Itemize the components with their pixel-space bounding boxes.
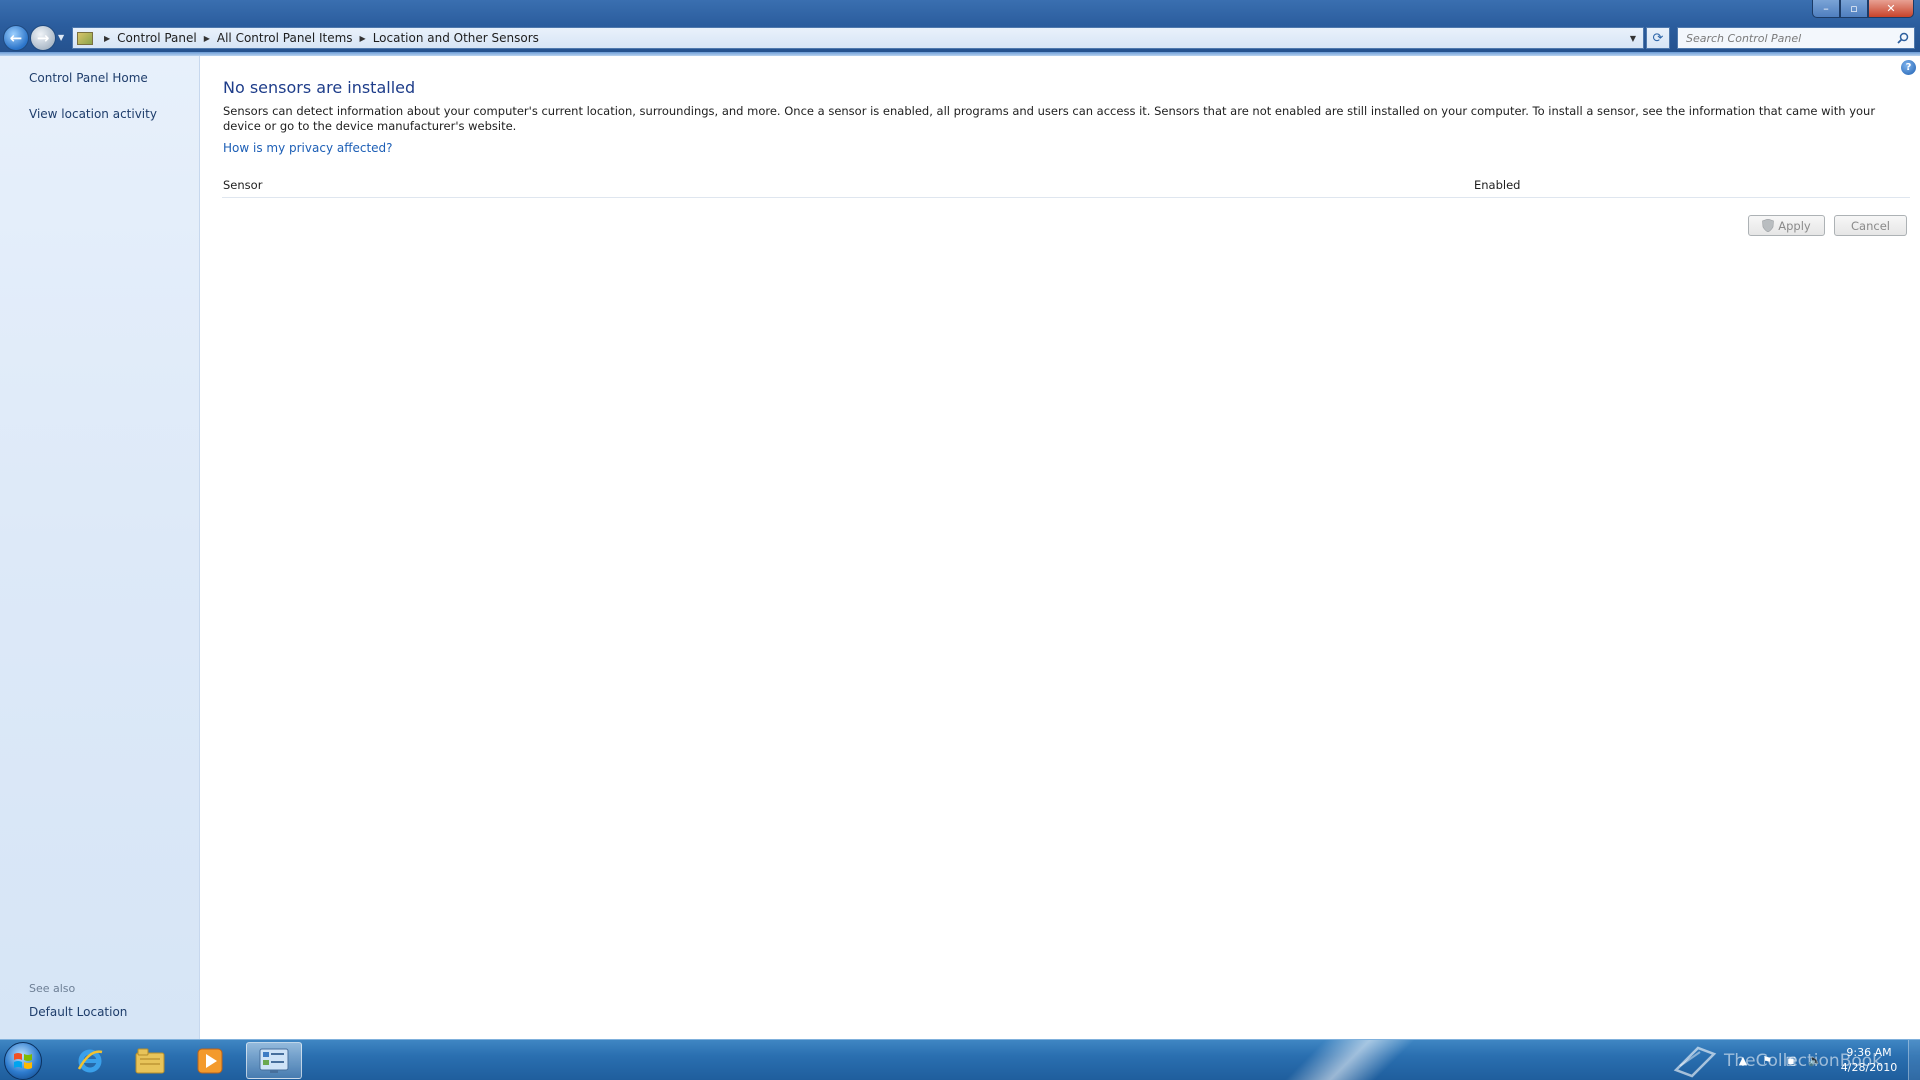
taskbar-internet-explorer[interactable]	[62, 1042, 118, 1079]
breadcrumb-control-panel[interactable]: Control Panel	[117, 31, 197, 45]
refresh-button[interactable]: ⟳	[1646, 27, 1670, 49]
taskbar-highlight	[1265, 1040, 1425, 1080]
main-content: ? No sensors are installed Sensors can d…	[200, 56, 1920, 1039]
chevron-right-icon[interactable]: ▶	[360, 34, 366, 43]
chevron-right-icon[interactable]: ▶	[204, 34, 210, 43]
volume-icon[interactable]: 🔈	[1807, 1053, 1823, 1069]
page-title: No sensors are installed	[223, 78, 416, 97]
refresh-icon: ⟳	[1652, 30, 1664, 46]
network-icon[interactable]: ▣	[1783, 1053, 1799, 1069]
show-hidden-icons-icon[interactable]: ▲	[1735, 1053, 1751, 1069]
show-desktop-button[interactable]	[1908, 1040, 1920, 1080]
control-panel-icon	[77, 31, 93, 45]
breadcrumb-all-items[interactable]: All Control Panel Items	[217, 31, 353, 45]
title-bar: – ▫ ✕ ← → ▼ ▶ Control Panel ▶ All Contro…	[0, 0, 1920, 56]
taskbar: TheCollectionBook ▲ ⚑ ▣ 🔈 9:36 AM 4/28/2…	[0, 1039, 1920, 1080]
see-also-heading: See also	[29, 982, 76, 995]
clock-time: 9:36 AM	[1846, 1046, 1892, 1059]
search-icon[interactable]	[1892, 32, 1914, 44]
taskbar-media-player[interactable]	[182, 1042, 238, 1079]
column-header-enabled[interactable]: Enabled	[1474, 178, 1520, 192]
privacy-link[interactable]: How is my privacy affected?	[223, 141, 393, 155]
close-button[interactable]: ✕	[1868, 0, 1914, 18]
taskbar-windows-explorer[interactable]	[122, 1042, 178, 1079]
shield-icon	[1762, 219, 1775, 232]
apply-label: Apply	[1778, 218, 1811, 233]
window-controls: – ▫ ✕	[1812, 0, 1914, 18]
start-button[interactable]	[4, 1042, 42, 1080]
apply-button[interactable]: Apply	[1748, 215, 1825, 236]
default-location-link[interactable]: Default Location	[29, 1005, 127, 1019]
book-logo-icon	[1673, 1046, 1717, 1078]
header-divider	[222, 197, 1910, 198]
back-button[interactable]: ←	[3, 25, 29, 51]
cancel-button[interactable]: Cancel	[1834, 215, 1907, 236]
control-panel-icon	[259, 1048, 289, 1073]
chevron-right-icon[interactable]: ▶	[104, 34, 110, 43]
internet-explorer-icon	[77, 1049, 103, 1072]
search-box	[1677, 27, 1915, 49]
help-icon[interactable]: ?	[1901, 60, 1916, 75]
action-center-flag-icon[interactable]: ⚑	[1759, 1053, 1775, 1069]
maximize-button[interactable]: ▫	[1840, 0, 1868, 18]
back-arrow-icon: ←	[9, 29, 23, 47]
minimize-button[interactable]: –	[1812, 0, 1840, 18]
breadcrumb-location-sensors[interactable]: Location and Other Sensors	[373, 31, 539, 45]
system-tray: ▲ ⚑ ▣ 🔈	[1735, 1040, 1823, 1080]
view-location-activity-link[interactable]: View location activity	[29, 107, 157, 121]
forward-arrow-icon: →	[36, 29, 50, 47]
column-header-sensor[interactable]: Sensor	[223, 178, 262, 192]
search-input[interactable]	[1678, 28, 1892, 48]
forward-button[interactable]: →	[30, 25, 56, 51]
media-player-icon	[197, 1048, 223, 1073]
recent-pages-dropdown[interactable]: ▼	[58, 33, 64, 42]
windows-logo-icon	[14, 1053, 32, 1069]
taskbar-control-panel[interactable]	[246, 1042, 302, 1079]
folder-icon	[135, 1048, 165, 1073]
page-description: Sensors can detect information about you…	[223, 104, 1876, 133]
control-panel-home-link[interactable]: Control Panel Home	[29, 71, 148, 85]
clock-date: 4/28/2010	[1840, 1061, 1898, 1074]
address-dropdown-icon[interactable]: ▼	[1623, 34, 1643, 43]
taskbar-clock[interactable]: 9:36 AM 4/28/2010	[1838, 1045, 1900, 1075]
address-bar[interactable]: ▶ Control Panel ▶ All Control Panel Item…	[72, 27, 1644, 49]
cancel-label: Cancel	[1851, 218, 1890, 233]
task-pane: Control Panel Home View location activit…	[0, 56, 200, 1039]
